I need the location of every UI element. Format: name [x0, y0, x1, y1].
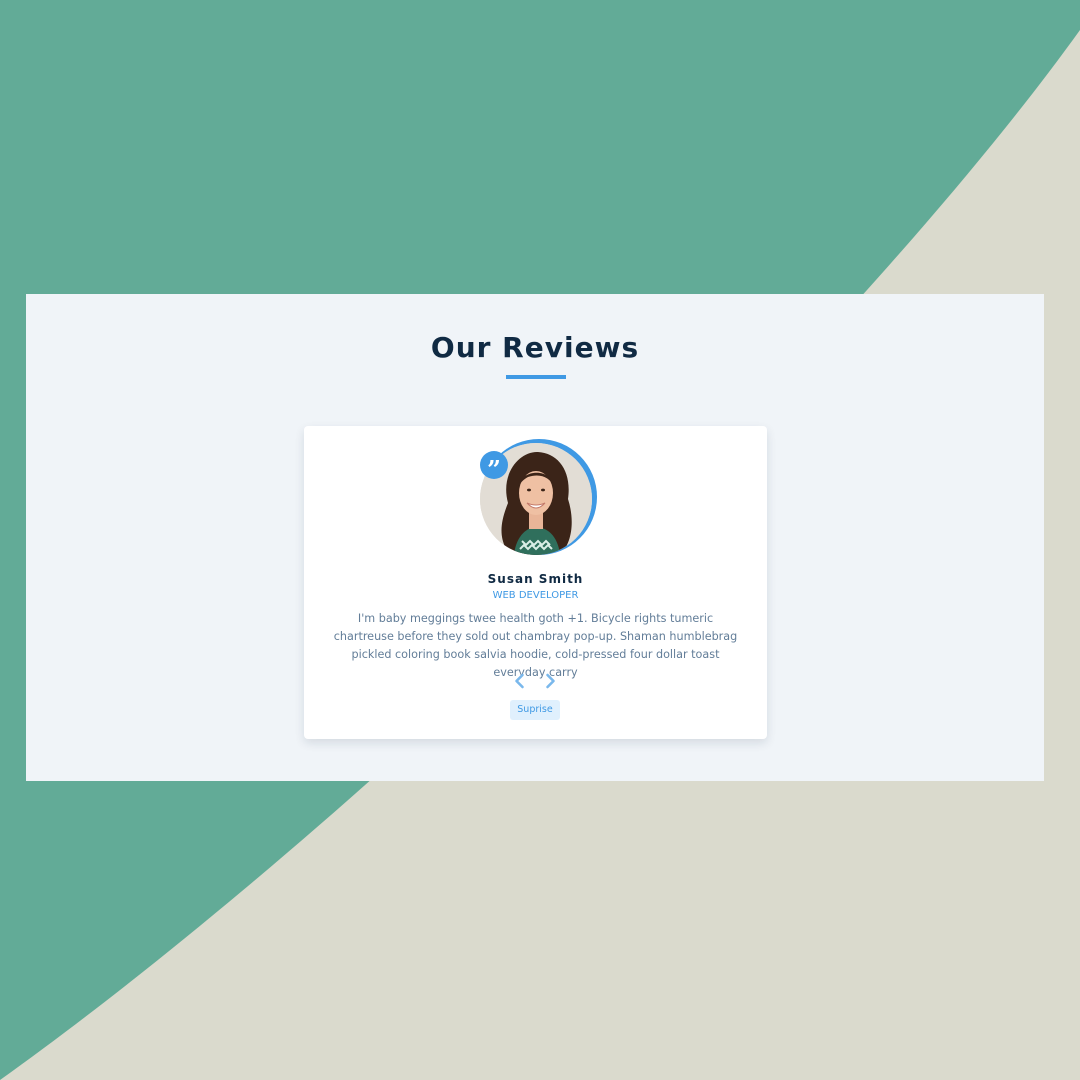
reviews-section: Our Reviews ” Susan Smith WEB DEVELOPER …	[26, 294, 1044, 781]
reviewer-job: WEB DEVELOPER	[492, 590, 579, 601]
chevron-right-icon	[546, 673, 555, 689]
review-text: I'm baby meggings twee health goth +1. B…	[333, 612, 738, 679]
prev-button[interactable]	[510, 671, 530, 691]
suprise-button[interactable]: Suprise	[510, 700, 560, 720]
chevron-left-icon	[515, 673, 524, 689]
reviewer-name: Susan Smith	[487, 572, 584, 586]
next-button[interactable]	[540, 671, 560, 691]
review-card: ” Susan Smith WEB DEVELOPER I'm baby meg…	[304, 426, 767, 739]
title-underline	[506, 375, 566, 379]
section-title: Our Reviews	[430, 331, 640, 364]
quote-icon: ”	[480, 451, 508, 484]
